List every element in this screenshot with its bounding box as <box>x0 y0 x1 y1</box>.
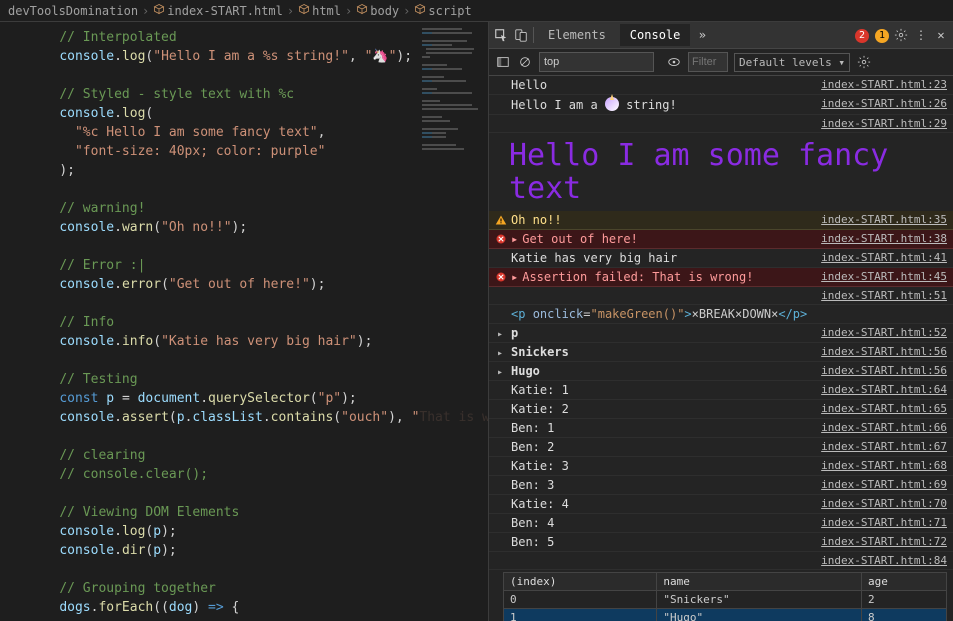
source-link[interactable]: index-START.html:84 <box>813 554 947 567</box>
breadcrumb-item[interactable]: body <box>356 3 399 18</box>
code[interactable]: // Interpolated console.log("Hello I am … <box>0 22 488 621</box>
tab-console[interactable]: Console <box>620 24 691 46</box>
main: // Interpolated console.log("Hello I am … <box>0 22 953 621</box>
source-link[interactable]: index-START.html:45 <box>813 270 947 283</box>
unicorn-icon <box>605 97 619 111</box>
device-icon[interactable] <box>513 27 529 43</box>
log-row: index-START.html:51 <box>489 287 953 305</box>
filter-input[interactable] <box>688 52 728 72</box>
chevron-right-icon: › <box>142 4 149 18</box>
console-table[interactable]: (index)nameage0"Snickers"21"Hugo"8 <box>503 572 947 621</box>
breadcrumb-item[interactable]: html <box>298 3 341 18</box>
close-icon[interactable]: ✕ <box>933 27 949 43</box>
gear-icon[interactable] <box>856 54 872 70</box>
source-link[interactable]: index-START.html:56 <box>813 345 947 358</box>
editor-pane[interactable]: // Interpolated console.log("Hello I am … <box>0 22 488 621</box>
chevron-right-icon: › <box>287 4 294 18</box>
chevron-right-icon: › <box>403 4 410 18</box>
source-link[interactable]: index-START.html:29 <box>813 117 947 130</box>
clear-console-icon[interactable] <box>517 54 533 70</box>
source-link[interactable]: index-START.html:26 <box>813 97 947 110</box>
log-row: index-START.html:84 <box>489 552 953 570</box>
log-row: Katie: 1index-START.html:64 <box>489 381 953 400</box>
log-row: Ben: 3index-START.html:69 <box>489 476 953 495</box>
log-row: ▸pindex-START.html:52 <box>489 324 953 343</box>
breadcrumb: devToolsDomination › index-START.html › html… <box>0 0 953 22</box>
log-row: ▸Get out of here!index-START.html:38 <box>489 230 953 249</box>
log-row: Katie: 2index-START.html:65 <box>489 400 953 419</box>
eye-icon[interactable] <box>666 54 682 70</box>
source-link[interactable]: index-START.html:65 <box>813 402 947 415</box>
log-row: ▸Hugoindex-START.html:56 <box>489 362 953 381</box>
source-link[interactable]: index-START.html:67 <box>813 440 947 453</box>
tab-elements[interactable]: Elements <box>538 24 616 46</box>
log-row: ▸Snickersindex-START.html:56 <box>489 343 953 362</box>
breadcrumb-item[interactable]: script <box>414 3 471 18</box>
log-levels[interactable]: Default levels ▾ <box>734 53 850 72</box>
log-row: index-START.html:29 <box>489 115 953 133</box>
breadcrumb-item[interactable]: index-START.html <box>153 3 283 18</box>
log-row: Katie: 4index-START.html:70 <box>489 495 953 514</box>
error-badge[interactable]: 2 <box>853 27 869 43</box>
source-link[interactable]: index-START.html:51 <box>813 289 947 302</box>
log-row: Ben: 5index-START.html:72 <box>489 533 953 552</box>
source-link[interactable]: index-START.html:35 <box>813 213 947 226</box>
source-link[interactable]: index-START.html:41 <box>813 251 947 264</box>
devtools: Elements Console » 2 1 ⋮ ✕ top Default l… <box>488 22 953 621</box>
gear-icon[interactable] <box>893 27 909 43</box>
source-link[interactable]: index-START.html:56 <box>813 364 947 377</box>
log-row: Ben: 2index-START.html:67 <box>489 438 953 457</box>
log-row: Ben: 4index-START.html:71 <box>489 514 953 533</box>
source-link[interactable]: index-START.html:23 <box>813 78 947 91</box>
log-row: ▸Assertion failed: That is wrong!index-S… <box>489 268 953 287</box>
sidebar-toggle-icon[interactable] <box>495 54 511 70</box>
inspect-icon[interactable] <box>493 27 509 43</box>
source-link[interactable]: index-START.html:69 <box>813 478 947 491</box>
breadcrumb-item[interactable]: devToolsDomination <box>8 4 138 18</box>
more-tabs-icon[interactable]: » <box>694 27 710 43</box>
source-link[interactable]: index-START.html:71 <box>813 516 947 529</box>
log-fancy: Hello I am some fancy text <box>489 133 953 211</box>
source-link[interactable]: index-START.html:72 <box>813 535 947 548</box>
log-row: Oh no!!index-START.html:35 <box>489 211 953 230</box>
console-toolbar: top Default levels ▾ <box>489 49 953 76</box>
source-link[interactable]: index-START.html:68 <box>813 459 947 472</box>
console-log[interactable]: Helloindex-START.html:23Hello I am a str… <box>489 76 953 621</box>
source-link[interactable]: index-START.html:38 <box>813 232 947 245</box>
context-selector[interactable]: top <box>539 52 654 72</box>
source-link[interactable]: index-START.html:64 <box>813 383 947 396</box>
log-dom-element[interactable]: <p onclick="makeGreen()">×BREAK×DOWN×</p… <box>489 305 953 324</box>
source-link[interactable]: index-START.html:66 <box>813 421 947 434</box>
minimap[interactable] <box>418 22 488 621</box>
log-row: Ben: 1index-START.html:66 <box>489 419 953 438</box>
log-row: Helloindex-START.html:23 <box>489 76 953 95</box>
kebab-icon[interactable]: ⋮ <box>913 27 929 43</box>
source-link[interactable]: index-START.html:52 <box>813 326 947 339</box>
warn-badge[interactable]: 1 <box>873 27 889 43</box>
chevron-right-icon: › <box>345 4 352 18</box>
log-row: Katie has very big hairindex-START.html:… <box>489 249 953 268</box>
log-row: Katie: 3index-START.html:68 <box>489 457 953 476</box>
source-link[interactable]: index-START.html:70 <box>813 497 947 510</box>
log-row: Hello I am a string!index-START.html:26 <box>489 95 953 115</box>
devtools-tabs: Elements Console » 2 1 ⋮ ✕ <box>489 22 953 49</box>
